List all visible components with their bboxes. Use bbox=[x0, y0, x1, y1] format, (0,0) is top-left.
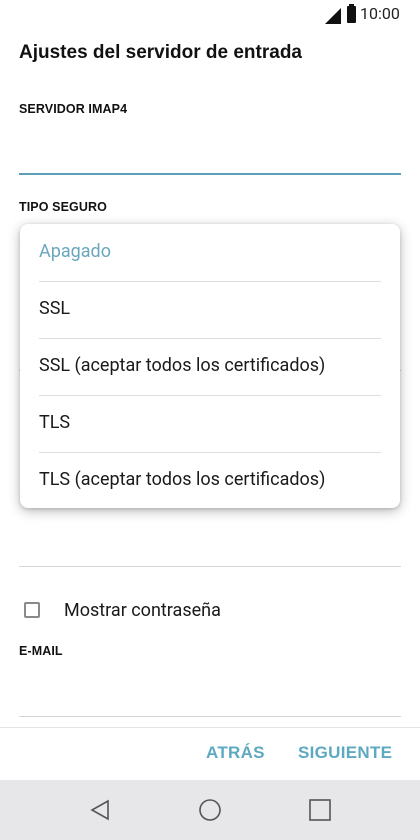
recents-square-icon[interactable] bbox=[308, 798, 332, 822]
signal-icon bbox=[325, 8, 341, 24]
security-type-label: TIPO SEGURO bbox=[19, 200, 107, 214]
dropdown-option-label: TLS (aceptar todos los certificados) bbox=[39, 469, 326, 490]
imap-server-input[interactable] bbox=[19, 173, 401, 175]
home-circle-icon[interactable] bbox=[198, 798, 222, 822]
status-time: 10:00 bbox=[360, 4, 400, 23]
dropdown-option-label: SSL bbox=[39, 298, 71, 319]
page-title: Ajustes del servidor de entrada bbox=[19, 42, 302, 63]
action-bar: ATRÁS SIGUIENTE bbox=[0, 727, 420, 781]
dropdown-option-ssl-all-certs[interactable]: SSL (aceptar todos los certificados) bbox=[20, 338, 400, 395]
email-label: E-MAIL bbox=[19, 644, 63, 658]
password-input[interactable] bbox=[19, 566, 401, 567]
back-button[interactable]: ATRÁS bbox=[206, 743, 265, 763]
next-button[interactable]: SIGUIENTE bbox=[298, 743, 392, 763]
dropdown-option-label: SSL (aceptar todos los certificados) bbox=[39, 355, 326, 376]
imap-server-label: SERVIDOR IMAP4 bbox=[19, 102, 128, 116]
dropdown-option-tls-all-certs[interactable]: TLS (aceptar todos los certificados) bbox=[20, 452, 400, 509]
show-password-checkbox[interactable] bbox=[24, 602, 40, 618]
show-password-row[interactable]: Mostrar contraseña bbox=[24, 596, 221, 624]
dropdown-option-apagado[interactable]: Apagado bbox=[20, 224, 400, 281]
email-input[interactable] bbox=[19, 716, 401, 717]
dropdown-option-label: Apagado bbox=[39, 241, 111, 262]
back-triangle-icon[interactable] bbox=[88, 798, 112, 822]
show-password-label: Mostrar contraseña bbox=[64, 599, 221, 621]
navigation-bar bbox=[0, 780, 420, 840]
status-bar: 10:00 bbox=[0, 0, 420, 30]
dropdown-option-label: TLS bbox=[39, 412, 71, 433]
battery-icon bbox=[347, 4, 356, 23]
security-type-dropdown: Apagado SSL SSL (aceptar todos los certi… bbox=[20, 224, 400, 508]
dropdown-option-ssl[interactable]: SSL bbox=[20, 281, 400, 338]
dropdown-option-tls[interactable]: TLS bbox=[20, 395, 400, 452]
